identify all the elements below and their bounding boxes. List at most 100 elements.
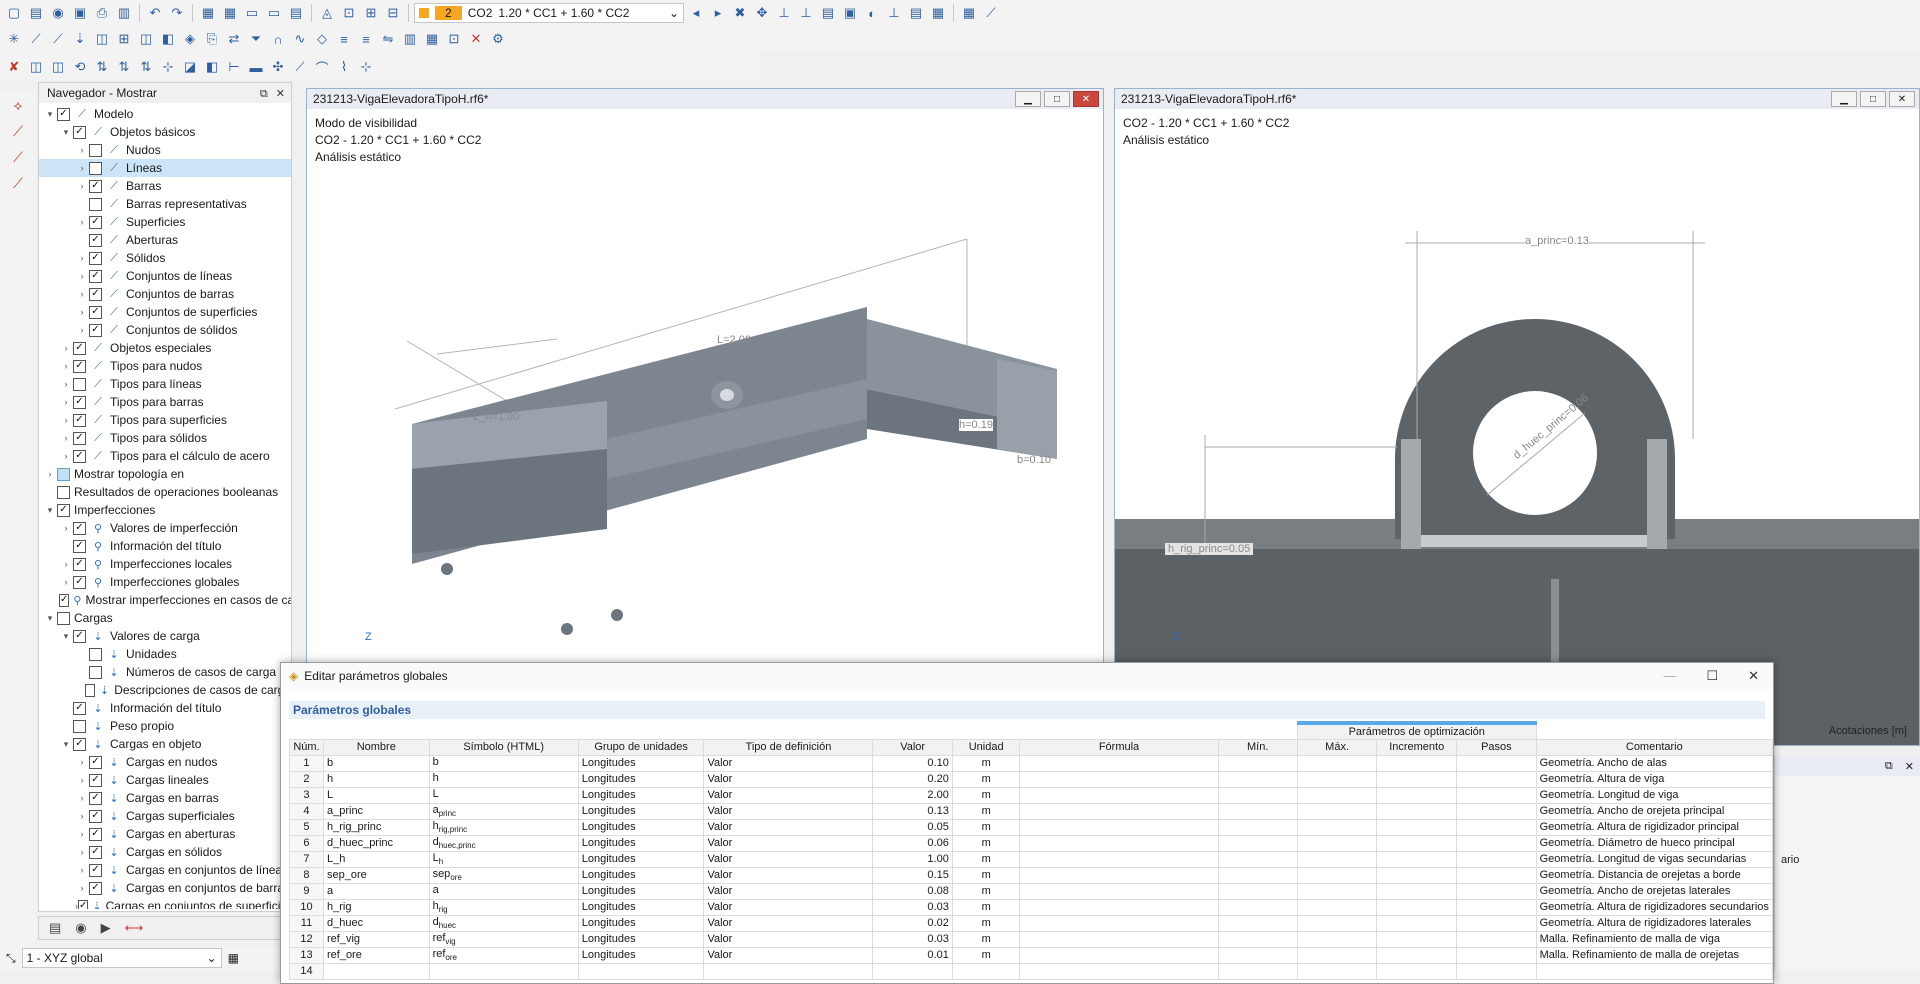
select-window-icon[interactable]: ⊡ — [444, 29, 464, 49]
close-button[interactable]: ✕ — [1889, 91, 1915, 107]
cell-symbol[interactable]: sepore — [428, 866, 579, 884]
column-header[interactable]: Tipo de definición — [703, 738, 874, 756]
cell-number[interactable]: 13 — [289, 946, 324, 964]
table-row[interactable]: 2 h h Longitudes Valor 0.20 m Geometría. Altura… — [289, 770, 1774, 788]
visibility-checkbox[interactable]: ✓ — [73, 629, 86, 643]
navigator-item[interactable]: ⇣ Unidades — [39, 645, 291, 663]
column-header[interactable]: Fórmula — [1019, 738, 1219, 756]
cell-steps[interactable] — [1456, 802, 1537, 820]
cell-formula[interactable] — [1019, 898, 1219, 916]
cell-increment[interactable] — [1376, 770, 1458, 788]
navigator-item[interactable]: › ✓ ⇣ Cargas superficiales — [39, 807, 291, 825]
navigator-item[interactable]: ⇣ Peso propio — [39, 717, 291, 735]
next-icon[interactable]: ▸ — [708, 3, 728, 23]
snap-icon[interactable]: ✳ — [4, 29, 24, 49]
cell-max[interactable] — [1296, 850, 1378, 868]
cell-value[interactable]: 2.00 — [872, 786, 953, 804]
close-icon[interactable]: ✕ — [276, 88, 285, 100]
cell-unit-group[interactable]: Longitudes — [577, 754, 705, 772]
data-tab-icon[interactable]: ▤ — [49, 920, 61, 936]
cell-number[interactable]: 4 — [289, 802, 324, 820]
contour-icon[interactable]: ▦ — [928, 3, 948, 23]
line-tool-icon[interactable]: ⟋ — [26, 29, 46, 49]
navigator-item[interactable]: › ✓ ⇣ Cargas en conjuntos de superficies — [39, 897, 291, 909]
expand-right-icon[interactable]: › — [59, 397, 73, 407]
cell-number[interactable]: 9 — [289, 882, 324, 900]
navigator-item[interactable]: › ✓ ⇣ Cargas en conjuntos de barras — [39, 879, 291, 897]
cell-name[interactable]: ref_ore — [322, 946, 430, 964]
window-icon[interactable]: ▭ — [242, 3, 262, 23]
cell-name[interactable]: sep_ore — [322, 866, 430, 884]
visibility-checkbox[interactable]: ✓ — [73, 557, 86, 571]
expand-down-icon[interactable]: ▾ — [43, 109, 57, 120]
polyline-icon[interactable]: ⌇ — [334, 57, 354, 77]
cell-unit-group[interactable]: Longitudes — [577, 850, 705, 868]
cell-formula[interactable] — [1019, 914, 1219, 932]
cell-comment[interactable]: Geometría. Ancho de orejetas laterales — [1535, 882, 1774, 900]
expand-right-icon[interactable]: › — [75, 847, 89, 857]
cell-increment[interactable] — [1376, 930, 1458, 948]
navigator-item[interactable]: › ✓ ⇣ Cargas en aberturas — [39, 825, 291, 843]
cell-min[interactable] — [1217, 930, 1298, 948]
cell-formula[interactable] — [1019, 786, 1219, 804]
select-tool-icon[interactable]: ⟡ — [6, 94, 30, 116]
node-tool-icon[interactable]: ⟋ — [48, 29, 68, 49]
undo-icon[interactable]: ↶ — [145, 3, 165, 23]
plane-icon[interactable]: ◪ — [180, 57, 200, 77]
cell-unit[interactable] — [951, 962, 1021, 980]
cell-steps[interactable] — [1456, 834, 1537, 852]
view-icon[interactable]: ◧ — [202, 57, 222, 77]
table-icon[interactable]: ▦ — [198, 3, 218, 23]
line-arc-icon[interactable]: ⟋ — [290, 57, 310, 77]
cell-increment[interactable] — [1376, 786, 1458, 804]
table-row[interactable]: 3 L L Longitudes Valor 2.00 m Geometría. Longit… — [289, 786, 1774, 804]
cell-name[interactable]: a — [322, 882, 430, 900]
cell-value[interactable]: 0.03 — [872, 930, 953, 948]
cell-name[interactable]: L — [322, 786, 430, 804]
visibility-checkbox[interactable]: ✓ — [89, 755, 102, 769]
expand-right-icon[interactable]: › — [75, 181, 89, 191]
navigator-item[interactable]: › ⟋ Líneas — [39, 159, 291, 177]
cell-unit-group[interactable]: Longitudes — [577, 818, 705, 836]
cell-steps[interactable] — [1456, 898, 1537, 916]
cell-definition-type[interactable]: Valor — [703, 786, 874, 804]
close-button[interactable]: ✕ — [1073, 91, 1099, 107]
visibility-checkbox[interactable]: ✓ — [89, 305, 102, 319]
visibility-checkbox[interactable]: ✓ — [73, 737, 86, 751]
surface-icon[interactable]: ⊞ — [114, 29, 134, 49]
maximize-button[interactable]: ☐ — [1706, 668, 1718, 684]
cell-comment[interactable]: Geometría. Distancia de orejetas a borde — [1535, 866, 1774, 884]
cell-increment[interactable] — [1376, 898, 1458, 916]
cell-definition-type[interactable]: Valor — [703, 834, 874, 852]
navigator-item[interactable]: ▾ ✓ ⟋ Modelo — [39, 105, 291, 123]
table-row[interactable]: 1 b b Longitudes Valor 0.10 m Geometría. Ancho … — [289, 754, 1774, 772]
cell-increment[interactable] — [1376, 882, 1458, 900]
navigator-item[interactable]: ✓ ⟋ Aberturas — [39, 231, 291, 249]
visibility-checkbox[interactable]: ✓ — [73, 521, 86, 535]
cell-steps[interactable] — [1456, 818, 1537, 836]
visibility-checkbox[interactable]: ✓ — [73, 413, 86, 427]
cell-unit[interactable]: m — [951, 802, 1021, 820]
cell-number[interactable]: 5 — [289, 818, 324, 836]
cell-unit-group[interactable]: Longitudes — [577, 834, 705, 852]
visibility-checkbox[interactable]: ✓ — [73, 395, 86, 409]
cell-min[interactable] — [1217, 818, 1298, 836]
expand-right-icon[interactable]: › — [75, 865, 89, 875]
table-row[interactable]: 11 d_huec dhuec Longitudes Valor 0.02 m Geometr… — [289, 914, 1774, 932]
cell-max[interactable] — [1296, 754, 1378, 772]
expand-right-icon[interactable]: › — [59, 343, 73, 353]
cell-name[interactable]: h — [322, 770, 430, 788]
navigator-item[interactable]: ▾ ✓ ⟋ Objetos básicos — [39, 123, 291, 141]
cell-formula[interactable] — [1019, 946, 1219, 964]
distribute-icon[interactable]: ≡ — [356, 29, 376, 49]
deformation-icon[interactable]: ◇ — [312, 29, 332, 49]
expand-right-icon[interactable]: › — [59, 415, 73, 425]
cell-number[interactable]: 2 — [289, 770, 324, 788]
navigator-item[interactable]: ⟋ Barras representativas — [39, 195, 291, 213]
save-icon[interactable]: ▣ — [70, 3, 90, 23]
cell-symbol[interactable]: Lh — [428, 850, 579, 868]
pin-icon[interactable]: ⧉ — [1885, 760, 1893, 773]
display-icon[interactable]: ▭ — [264, 3, 284, 23]
visibility-checkbox[interactable]: ✓ — [89, 773, 102, 787]
expand-right-icon[interactable]: › — [75, 307, 89, 317]
